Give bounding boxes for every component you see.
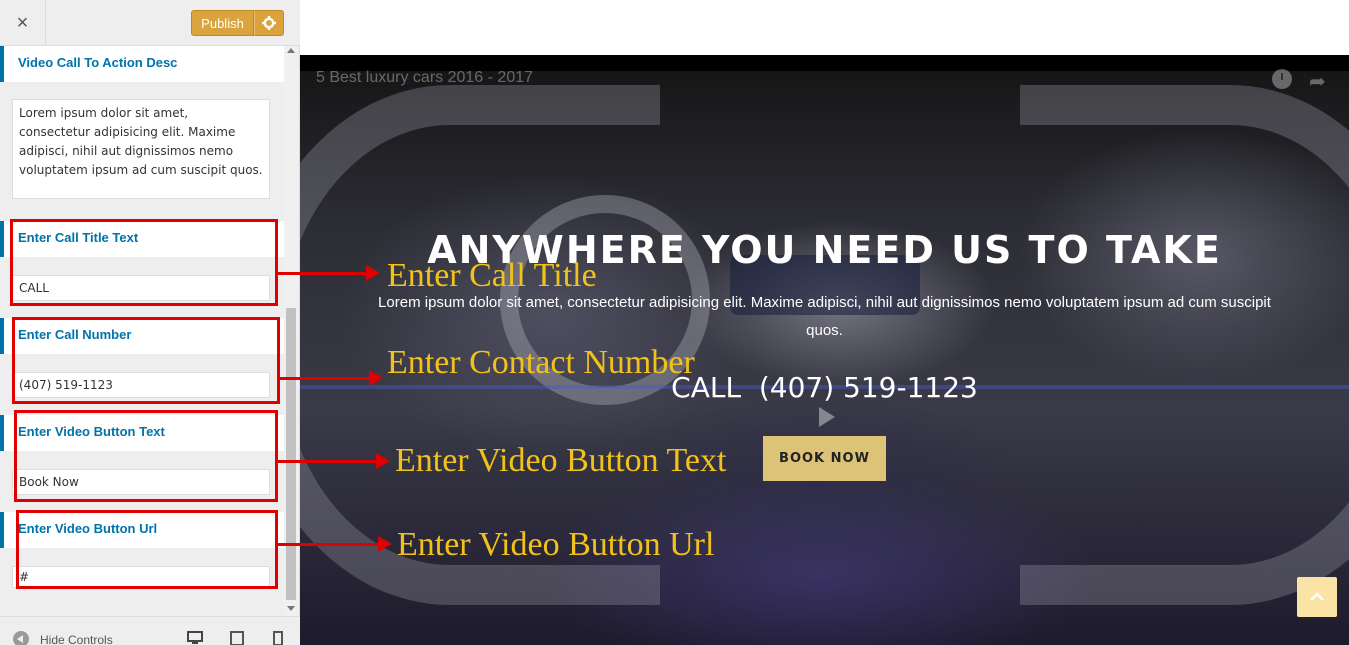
gear-icon [262,16,276,30]
hide-controls-label[interactable]: Hide Controls [40,633,113,645]
annotation-box-call-title [10,219,278,306]
tablet-icon[interactable] [230,631,244,645]
hide-controls-icon[interactable] [13,631,29,645]
panel-scrollbar[interactable] [284,46,298,616]
section-video-cta-desc: Video Call To Action Desc [0,46,284,82]
desktop-icon[interactable] [187,631,203,645]
annotation-box-button-url [16,510,278,589]
cta-desc-textarea[interactable]: Lorem ipsum dolor sit amet, consectetur … [12,99,270,199]
video-title[interactable]: 5 Best luxury cars 2016 - 2017 [316,69,533,87]
close-button[interactable]: × [0,0,46,46]
annotation-video-button-url: Enter Video Button Url [397,526,715,563]
customizer-footer: Hide Controls [0,616,300,645]
mobile-icon[interactable] [273,631,283,645]
annotation-contact-number: Enter Contact Number [387,344,695,381]
book-now-button[interactable]: BOOK NOW [763,436,886,481]
customizer-topbar: × Publish [0,0,300,46]
customizer-root: × Publish Video Call To Action Desc Lore… [0,0,1349,645]
clock-icon[interactable] [1272,69,1292,89]
scroll-up-icon[interactable] [287,48,295,53]
publish-settings-button[interactable] [254,10,284,36]
annotation-arrow-contact-number [280,370,383,386]
annotation-box-button-text [14,410,278,502]
annotation-box-call-number [12,317,280,404]
scroll-thumb[interactable] [286,308,296,600]
car-interior-right [1020,85,1349,605]
annotation-arrow-video-button-url [278,536,392,552]
annotation-video-button-text: Enter Video Button Text [395,442,727,479]
chevron-up-icon [1310,592,1324,601]
share-icon[interactable]: ➦ [1309,69,1326,94]
play-icon[interactable] [819,407,835,427]
cta-description: Lorem ipsum dolor sit amet, consectetur … [378,294,1271,339]
scroll-to-top-button[interactable] [1297,577,1337,617]
annotation-call-title: Enter Call Title [387,257,597,294]
publish-button[interactable]: Publish [191,10,254,36]
scroll-down-icon[interactable] [287,606,295,611]
close-icon: × [16,11,29,34]
annotation-arrow-call-title [278,265,380,281]
customizer-panel: × Publish Video Call To Action Desc Lore… [0,0,300,645]
annotation-arrow-video-button-text [278,453,390,469]
section-title-label: Video Call To Action Desc [18,55,178,70]
